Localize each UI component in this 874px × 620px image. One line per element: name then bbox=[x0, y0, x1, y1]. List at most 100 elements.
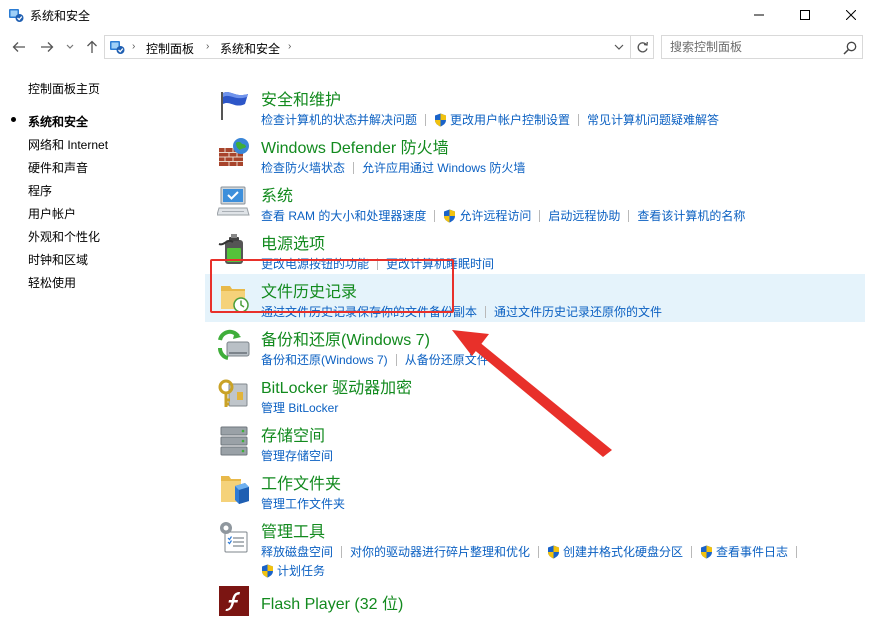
link-check-status[interactable]: 检查计算机的状态并解决问题 bbox=[261, 111, 417, 128]
link-manage-bitlocker[interactable]: 管理 BitLocker bbox=[261, 399, 338, 416]
link-troubleshooting[interactable]: 常见计算机问题疑难解答 bbox=[587, 111, 719, 128]
breadcrumb-separator-icon[interactable]: › bbox=[206, 41, 209, 52]
computer-icon bbox=[217, 186, 250, 216]
link-divider bbox=[425, 113, 427, 126]
link-event-logs[interactable]: 查看事件日志 bbox=[716, 543, 788, 560]
backup-icon bbox=[218, 329, 250, 360]
maximize-icon bbox=[800, 10, 810, 20]
link-disk-cleanup[interactable]: 释放磁盘空间 bbox=[261, 543, 333, 560]
sidebar-item-clock-region[interactable]: 时钟和区域 bbox=[28, 251, 88, 268]
category-title[interactable]: 工作文件夹 bbox=[261, 470, 341, 494]
link-allow-app-firewall[interactable]: 允许应用通过 Windows 防火墙 bbox=[362, 159, 525, 176]
link-computer-name[interactable]: 查看该计算机的名称 bbox=[637, 207, 745, 224]
sidebar-item-appearance[interactable]: 外观和个性化 bbox=[28, 228, 100, 245]
link-manage-work-folders[interactable]: 管理工作文件夹 bbox=[261, 495, 345, 512]
link-uac-settings[interactable]: 更改用户帐户控制设置 bbox=[450, 111, 570, 128]
link-divider bbox=[691, 545, 693, 558]
search-input[interactable] bbox=[662, 36, 838, 58]
uac-shield-icon bbox=[435, 113, 447, 126]
category-title[interactable]: 管理工具 bbox=[261, 518, 325, 542]
breadcrumb-separator-icon[interactable]: › bbox=[288, 41, 291, 52]
sidebar-item-ease-of-access[interactable]: 轻松使用 bbox=[28, 274, 76, 291]
control-panel-icon bbox=[110, 41, 125, 54]
link-divider bbox=[796, 545, 798, 558]
link-create-partitions[interactable]: 创建并格式化硬盘分区 bbox=[563, 543, 683, 560]
recent-locations-button[interactable] bbox=[64, 38, 76, 56]
link-remote-access[interactable]: 允许远程访问 bbox=[459, 207, 531, 224]
search-box[interactable] bbox=[661, 35, 863, 59]
chevron-down-icon bbox=[614, 44, 624, 50]
category-title[interactable]: BitLocker 驱动器加密 bbox=[261, 374, 412, 398]
category-storage-spaces: 存储空间 管理存储空间 bbox=[205, 418, 865, 466]
link-firewall-status[interactable]: 检查防火墙状态 bbox=[261, 159, 345, 176]
link-defragment[interactable]: 对你的驱动器进行碎片整理和优化 bbox=[350, 543, 530, 560]
category-backup-restore: 备份和还原(Windows 7) 备份和还原(Windows 7) 从备份还原文… bbox=[205, 322, 865, 370]
search-icon[interactable] bbox=[842, 40, 858, 56]
category-title[interactable]: Flash Player (32 位) bbox=[261, 590, 403, 614]
link-schedule-tasks[interactable]: 计划任务 bbox=[277, 562, 325, 579]
link-restore-files[interactable]: 通过文件历史记录还原你的文件 bbox=[494, 303, 662, 320]
breadcrumb-control-panel[interactable]: 控制面板 bbox=[146, 40, 194, 57]
close-icon bbox=[846, 10, 856, 20]
firewall-icon bbox=[219, 138, 249, 166]
flag-icon bbox=[221, 91, 248, 120]
link-manage-storage[interactable]: 管理存储空间 bbox=[261, 447, 333, 464]
category-security-maintenance: 安全和维护 检查计算机的状态并解决问题 更改用户帐户控制设置 常见计算机问题疑难… bbox=[205, 82, 865, 130]
navigation-bar: › 控制面板 › 系统和安全 › bbox=[0, 30, 874, 64]
category-title[interactable]: 备份和还原(Windows 7) bbox=[261, 326, 430, 350]
close-button[interactable] bbox=[828, 0, 874, 30]
sidebar-item-network[interactable]: 网络和 Internet bbox=[28, 136, 108, 153]
category-title[interactable]: 系统 bbox=[261, 182, 293, 206]
arrow-left-icon bbox=[12, 42, 25, 52]
uac-shield-icon bbox=[701, 545, 713, 558]
arrow-up-icon bbox=[87, 40, 97, 53]
link-restore-from-backup[interactable]: 从备份还原文件 bbox=[405, 351, 489, 368]
address-dropdown-button[interactable] bbox=[609, 36, 629, 58]
flash-player-icon bbox=[219, 586, 249, 616]
uac-shield-icon bbox=[444, 209, 456, 222]
category-title[interactable]: 存储空间 bbox=[261, 422, 325, 446]
forward-button[interactable] bbox=[38, 38, 56, 56]
breadcrumb-separator-icon[interactable]: › bbox=[132, 41, 135, 52]
link-divider bbox=[341, 545, 343, 558]
minimize-icon bbox=[754, 14, 764, 16]
minimize-button[interactable] bbox=[736, 0, 782, 30]
work-folders-icon bbox=[221, 476, 249, 504]
address-bar[interactable]: › 控制面板 › 系统和安全 › bbox=[104, 35, 654, 59]
category-work-folders: 工作文件夹 管理工作文件夹 bbox=[205, 466, 865, 514]
category-admin-tools: 管理工具 释放磁盘空间 对你的驱动器进行碎片整理和优化 创建并格式化硬盘分区 查… bbox=[205, 514, 865, 578]
current-item-bullet bbox=[11, 117, 16, 122]
breadcrumb-system-security[interactable]: 系统和安全 bbox=[220, 40, 280, 57]
title-bar: 系统和安全 bbox=[0, 0, 874, 30]
sidebar-item-hardware-sound[interactable]: 硬件和声音 bbox=[28, 159, 88, 176]
link-divider bbox=[434, 209, 436, 222]
admin-tools-icon bbox=[220, 522, 248, 553]
category-title[interactable]: 安全和维护 bbox=[261, 86, 341, 110]
window-title: 系统和安全 bbox=[30, 9, 91, 23]
refresh-button[interactable] bbox=[630, 36, 654, 58]
category-title[interactable]: 电源选项 bbox=[261, 230, 325, 254]
category-system: 系统 查看 RAM 的大小和处理器速度 允许远程访问 启动远程协助 查看该计算机… bbox=[205, 178, 865, 226]
sidebar-item-system-security[interactable]: 系统和安全 bbox=[28, 113, 88, 130]
link-divider bbox=[353, 161, 355, 174]
sidebar-item-user-accounts[interactable]: 用户帐户 bbox=[28, 205, 76, 222]
sidebar-home-link[interactable]: 控制面板主页 bbox=[28, 80, 100, 97]
arrow-right-icon bbox=[41, 42, 54, 52]
category-list: 安全和维护 检查计算机的状态并解决问题 更改用户帐户控制设置 常见计算机问题疑难… bbox=[205, 76, 874, 620]
storage-icon bbox=[220, 426, 248, 456]
link-divider bbox=[628, 209, 630, 222]
category-bitlocker: BitLocker 驱动器加密 管理 BitLocker bbox=[205, 370, 865, 418]
control-panel-icon bbox=[9, 9, 24, 22]
uac-shield-icon bbox=[548, 545, 560, 558]
category-title[interactable]: Windows Defender 防火墙 bbox=[261, 134, 449, 158]
sidebar-item-programs[interactable]: 程序 bbox=[28, 182, 52, 199]
back-button[interactable] bbox=[10, 38, 28, 56]
annotation-highlight-box bbox=[210, 259, 454, 313]
link-divider bbox=[485, 305, 487, 318]
up-button[interactable] bbox=[83, 38, 101, 56]
link-backup-restore-win7[interactable]: 备份和还原(Windows 7) bbox=[261, 351, 388, 368]
maximize-button[interactable] bbox=[782, 0, 828, 30]
link-remote-assistance[interactable]: 启动远程协助 bbox=[548, 207, 620, 224]
link-divider bbox=[539, 209, 541, 222]
link-ram-processor[interactable]: 查看 RAM 的大小和处理器速度 bbox=[261, 207, 426, 224]
